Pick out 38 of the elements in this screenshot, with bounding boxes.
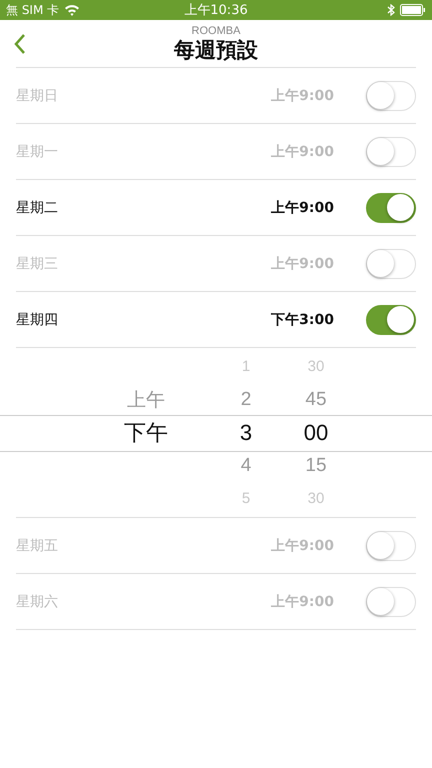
picker-item[interactable]: 2 [216, 383, 276, 416]
picker-item[interactable]: 15 [276, 449, 356, 482]
day-label: 星期四 [16, 310, 59, 328]
picker-item[interactable]: 00 [276, 416, 356, 449]
time-label: 上午9:00 [271, 254, 334, 272]
battery-icon [400, 4, 426, 16]
schedule-row[interactable]: 星期四 下午3:00 [16, 292, 416, 348]
picker-item[interactable]: 45 [276, 383, 356, 416]
time-label: 上午9:00 [271, 86, 334, 104]
toggle-switch[interactable] [366, 192, 416, 222]
day-label: 星期日 [16, 86, 59, 104]
app-name: ROOMBA [192, 24, 240, 36]
schedule-row[interactable]: 星期日 上午9:00 [16, 68, 416, 124]
schedule-row[interactable]: 星期一 上午9:00 [16, 124, 416, 180]
day-label: 星期三 [16, 254, 59, 272]
time-label: 上午9:00 [271, 198, 334, 216]
schedule-row[interactable]: 星期六 上午9:00 [16, 574, 416, 630]
schedule-row[interactable]: 星期三 上午9:00 [16, 236, 416, 292]
time-label: 上午9:00 [271, 142, 334, 160]
time-label: 下午3:00 [271, 310, 334, 328]
day-label: 星期一 [16, 142, 59, 160]
picker-item[interactable]: 3 [216, 416, 276, 449]
time-label: 上午9:00 [271, 592, 334, 610]
carrier-text: 無 SIM 卡 [6, 2, 60, 18]
toggle-switch[interactable] [366, 304, 416, 334]
wifi-icon [64, 4, 80, 16]
day-label: 星期二 [16, 198, 59, 216]
picker-item[interactable]: 上午 [76, 383, 216, 416]
picker-item[interactable]: 4 [216, 449, 276, 482]
page-title: 每週預設 [174, 36, 258, 62]
day-label: 星期六 [16, 592, 59, 610]
schedule-row[interactable]: 星期五 上午9:00 [16, 518, 416, 574]
bluetooth-icon [387, 4, 395, 16]
clock-text: 上午10:36 [184, 2, 248, 19]
time-label: 上午9:00 [271, 536, 334, 554]
day-label: 星期五 [16, 536, 59, 554]
picker-item[interactable]: 下午 [76, 416, 216, 449]
schedule-row[interactable]: 星期二 上午9:00 [16, 180, 416, 236]
